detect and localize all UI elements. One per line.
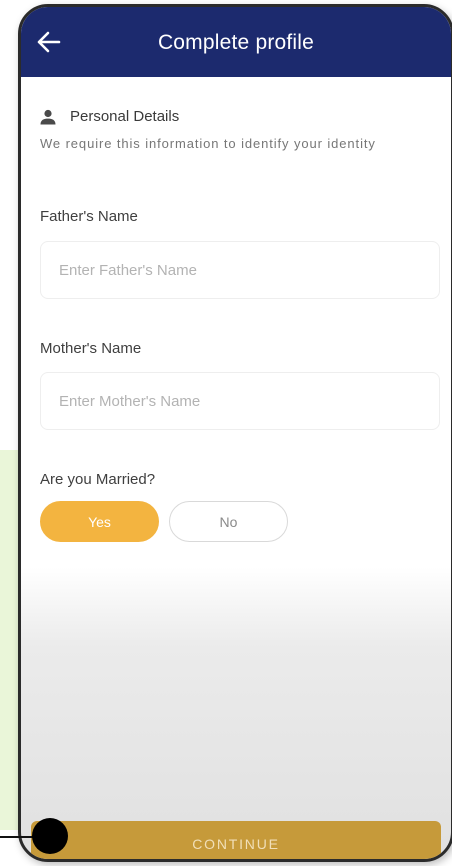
section-title: Personal Details <box>70 108 180 125</box>
section-header: Personal Details <box>40 108 179 125</box>
screenshot-stage: Complete profile Personal Details We req… <box>0 0 452 866</box>
mother-name-label: Mother's Name <box>40 340 142 357</box>
married-yes-button[interactable]: Yes <box>40 501 159 542</box>
married-no-button[interactable]: No <box>169 501 288 542</box>
marital-question-label: Are you Married? <box>40 471 156 488</box>
father-name-label: Father's Name <box>40 208 138 225</box>
annotation-pointer-dot <box>32 818 68 854</box>
section-subtitle: We require this information to identify … <box>40 136 376 151</box>
continue-button[interactable]: CONTINUE <box>31 821 441 859</box>
phone-frame: Complete profile Personal Details We req… <box>18 4 452 862</box>
page-title: Complete profile <box>157 31 315 54</box>
app-bar: Complete profile <box>21 7 451 77</box>
marital-toggle-group: Yes No <box>40 501 288 542</box>
mother-name-input[interactable] <box>40 372 440 430</box>
person-icon <box>40 109 56 124</box>
father-name-input[interactable] <box>40 241 440 299</box>
